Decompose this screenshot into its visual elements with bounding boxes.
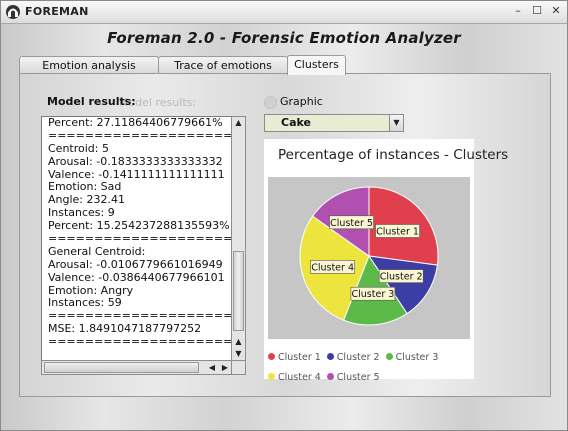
results-line: Arousal: -0.1833333333333332 <box>48 154 223 168</box>
slice-label: Cluster 3 <box>352 289 395 300</box>
chart-area: Percentage of instances - Clusters Clust… <box>264 139 508 383</box>
graphic-radio[interactable] <box>264 96 277 109</box>
results-line: Percent: 27.11864406779661% <box>48 116 223 129</box>
results-horizontal-scrollbar[interactable]: ◀ ▶ <box>41 360 233 375</box>
legend-item: Cluster 1 <box>268 350 321 365</box>
results-vertical-scrollbar[interactable]: ▲ ▲ ▼ <box>231 116 246 362</box>
legend-swatch <box>326 373 334 380</box>
legend-swatch <box>268 373 275 380</box>
maximize-icon[interactable]: ☐ <box>530 4 544 18</box>
tab-clusters[interactable]: Clusters <box>287 55 346 75</box>
legend-label: Cluster 3 <box>395 352 439 363</box>
slice-label: Cluster 1 <box>376 226 419 237</box>
legend-item: Cluster 2 <box>326 350 380 365</box>
legend-swatch <box>326 353 334 360</box>
legend-item: Cluster 4 <box>268 370 321 385</box>
title-bar[interactable]: FOREMAN – ☐ ✕ <box>1 1 567 24</box>
close-icon[interactable]: ✕ <box>549 4 563 18</box>
results-line: Valence: -0.0386440677966101 <box>48 270 225 284</box>
chart-title: Percentage of instances - Clusters <box>278 147 509 163</box>
results-line: General Centroid: <box>48 244 146 258</box>
scroll-right-arrow-icon[interactable]: ▶ <box>219 361 231 374</box>
legend-item: Cluster 3 <box>385 350 439 365</box>
app-heading: Foreman 2.0 - Forensic Emotion Analyzer <box>107 29 461 47</box>
legend-item: Cluster 5 <box>326 370 380 385</box>
minimize-icon[interactable]: – <box>511 4 525 18</box>
app-window: FOREMAN – ☐ ✕ Foreman 2.0 - Forensic Emo… <box>0 0 568 431</box>
window-title: FOREMAN <box>25 5 89 18</box>
scroll-up-arrow-icon[interactable]: ▲ <box>232 117 245 129</box>
scroll-down-arrow-icon[interactable]: ▼ <box>232 348 245 360</box>
graphic-type-value: Cake <box>281 116 311 129</box>
vertical-scroll-thumb[interactable] <box>233 251 244 331</box>
tab-trace-of-emotions[interactable]: Trace of emotions <box>158 56 288 74</box>
legend-label: Cluster 2 <box>336 352 380 363</box>
chevron-down-icon[interactable]: ▼ <box>389 115 403 131</box>
graphic-label: Graphic <box>280 95 323 108</box>
app-logo-icon <box>6 5 20 19</box>
results-line: ================================= <box>48 128 233 142</box>
legend-swatch <box>268 353 275 360</box>
slice-label: Cluster 4 <box>311 262 354 273</box>
results-line: ================================= <box>48 335 233 349</box>
results-line: Centroid: 5 <box>48 141 109 155</box>
legend-label: Cluster 4 <box>278 372 321 383</box>
pie-plot: Cluster 1 Cluster 2 Cluster 3 Cluster 4 Clus… <box>268 177 470 339</box>
graphic-type-select[interactable]: Cake ▼ <box>264 114 404 132</box>
results-line: Arousal: -0.0106779661016949 <box>48 257 223 271</box>
horizontal-scroll-thumb[interactable] <box>44 362 199 373</box>
chart-legend: Cluster 1 Cluster 2 Cluster 3 Cluster 4 Clus… <box>268 345 472 385</box>
legend-label: Cluster 5 <box>336 372 380 383</box>
scroll-up-arrow-icon[interactable]: ▲ <box>232 336 245 348</box>
results-line: ================================= <box>48 232 233 246</box>
scrollbar-corner <box>231 360 246 375</box>
scroll-left-arrow-icon[interactable]: ◀ <box>206 361 218 374</box>
legend-swatch <box>385 353 393 360</box>
tab-emotion-analysis[interactable]: Emotion analysis <box>19 56 159 74</box>
slice-label: Cluster 2 <box>380 272 423 283</box>
model-results-textarea[interactable]: Percent: 27.11864406779661% =============… <box>41 116 233 362</box>
pie-chart: Cluster 1 Cluster 2 Cluster 3 Cluster 4 Clus… <box>299 186 439 326</box>
slice-label: Cluster 5 <box>330 218 373 229</box>
model-results-label: Model results: <box>47 95 136 108</box>
legend-label: Cluster 1 <box>278 352 321 363</box>
